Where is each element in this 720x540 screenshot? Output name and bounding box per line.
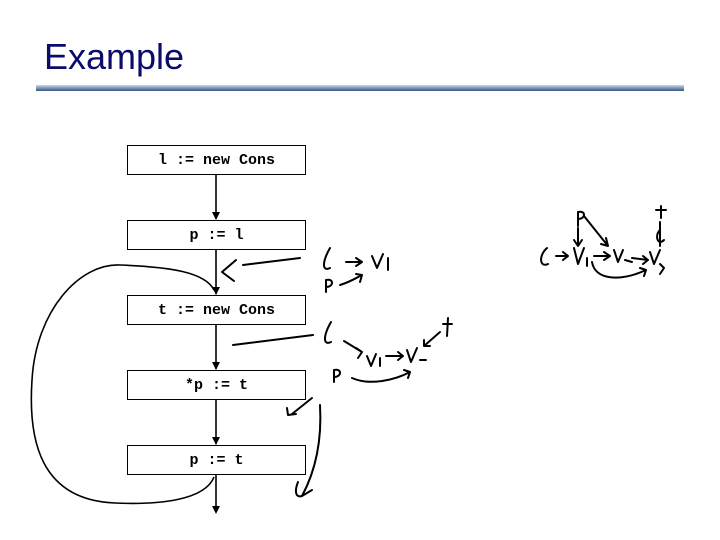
annotation-pointer-line xyxy=(232,334,314,346)
annotation-pointer-line xyxy=(242,257,301,266)
hand-var-t xyxy=(655,205,667,219)
hand-arrow-v1-v2 xyxy=(593,251,611,261)
hand-arrow-p-v1 xyxy=(573,227,583,247)
annotation-pointer-line xyxy=(301,404,322,497)
arrowhead xyxy=(212,212,220,220)
hand-arrow-p-v1 xyxy=(339,273,363,286)
arrowhead xyxy=(212,506,220,514)
hand-node-v1 xyxy=(573,247,588,267)
hand-arrow-l-v1 xyxy=(343,340,363,359)
hand-arrow-t-v3 xyxy=(656,221,665,247)
hand-arrow-p-v2 xyxy=(351,369,411,383)
hand-node-v1 xyxy=(371,253,389,271)
hand-node-v2 xyxy=(406,347,427,363)
annotation-pointer-arrowhead xyxy=(221,259,237,282)
hand-var-p xyxy=(577,210,585,227)
diagram-overlay xyxy=(30,175,667,514)
hand-var-t xyxy=(442,317,453,337)
loop-back-edge xyxy=(30,264,215,505)
annotation-pointer-arrowhead xyxy=(294,481,313,498)
annotation-pointer-line xyxy=(291,397,313,415)
hand-arrow-p-v2 xyxy=(583,215,609,247)
hand-arrow-l-v1 xyxy=(345,257,363,267)
hand-arrow-v1-v2 xyxy=(385,351,404,361)
hand-node-v3 xyxy=(649,249,665,275)
hand-var-p xyxy=(333,368,341,383)
hand-arrow-l-v1 xyxy=(555,251,569,261)
arrowhead xyxy=(212,437,220,445)
hand-arrow-v2-v3 xyxy=(631,255,649,265)
arrowhead xyxy=(212,362,220,370)
hand-var-l xyxy=(324,321,332,344)
hand-arrow-v1-v3 xyxy=(591,261,647,279)
hand-var-l xyxy=(540,247,549,266)
hand-node-v1 xyxy=(366,353,381,367)
hand-var-p xyxy=(325,278,333,293)
hand-arrow-t-v2 xyxy=(423,331,441,347)
hand-node-v2 xyxy=(613,249,633,263)
hand-var-l xyxy=(323,247,331,270)
